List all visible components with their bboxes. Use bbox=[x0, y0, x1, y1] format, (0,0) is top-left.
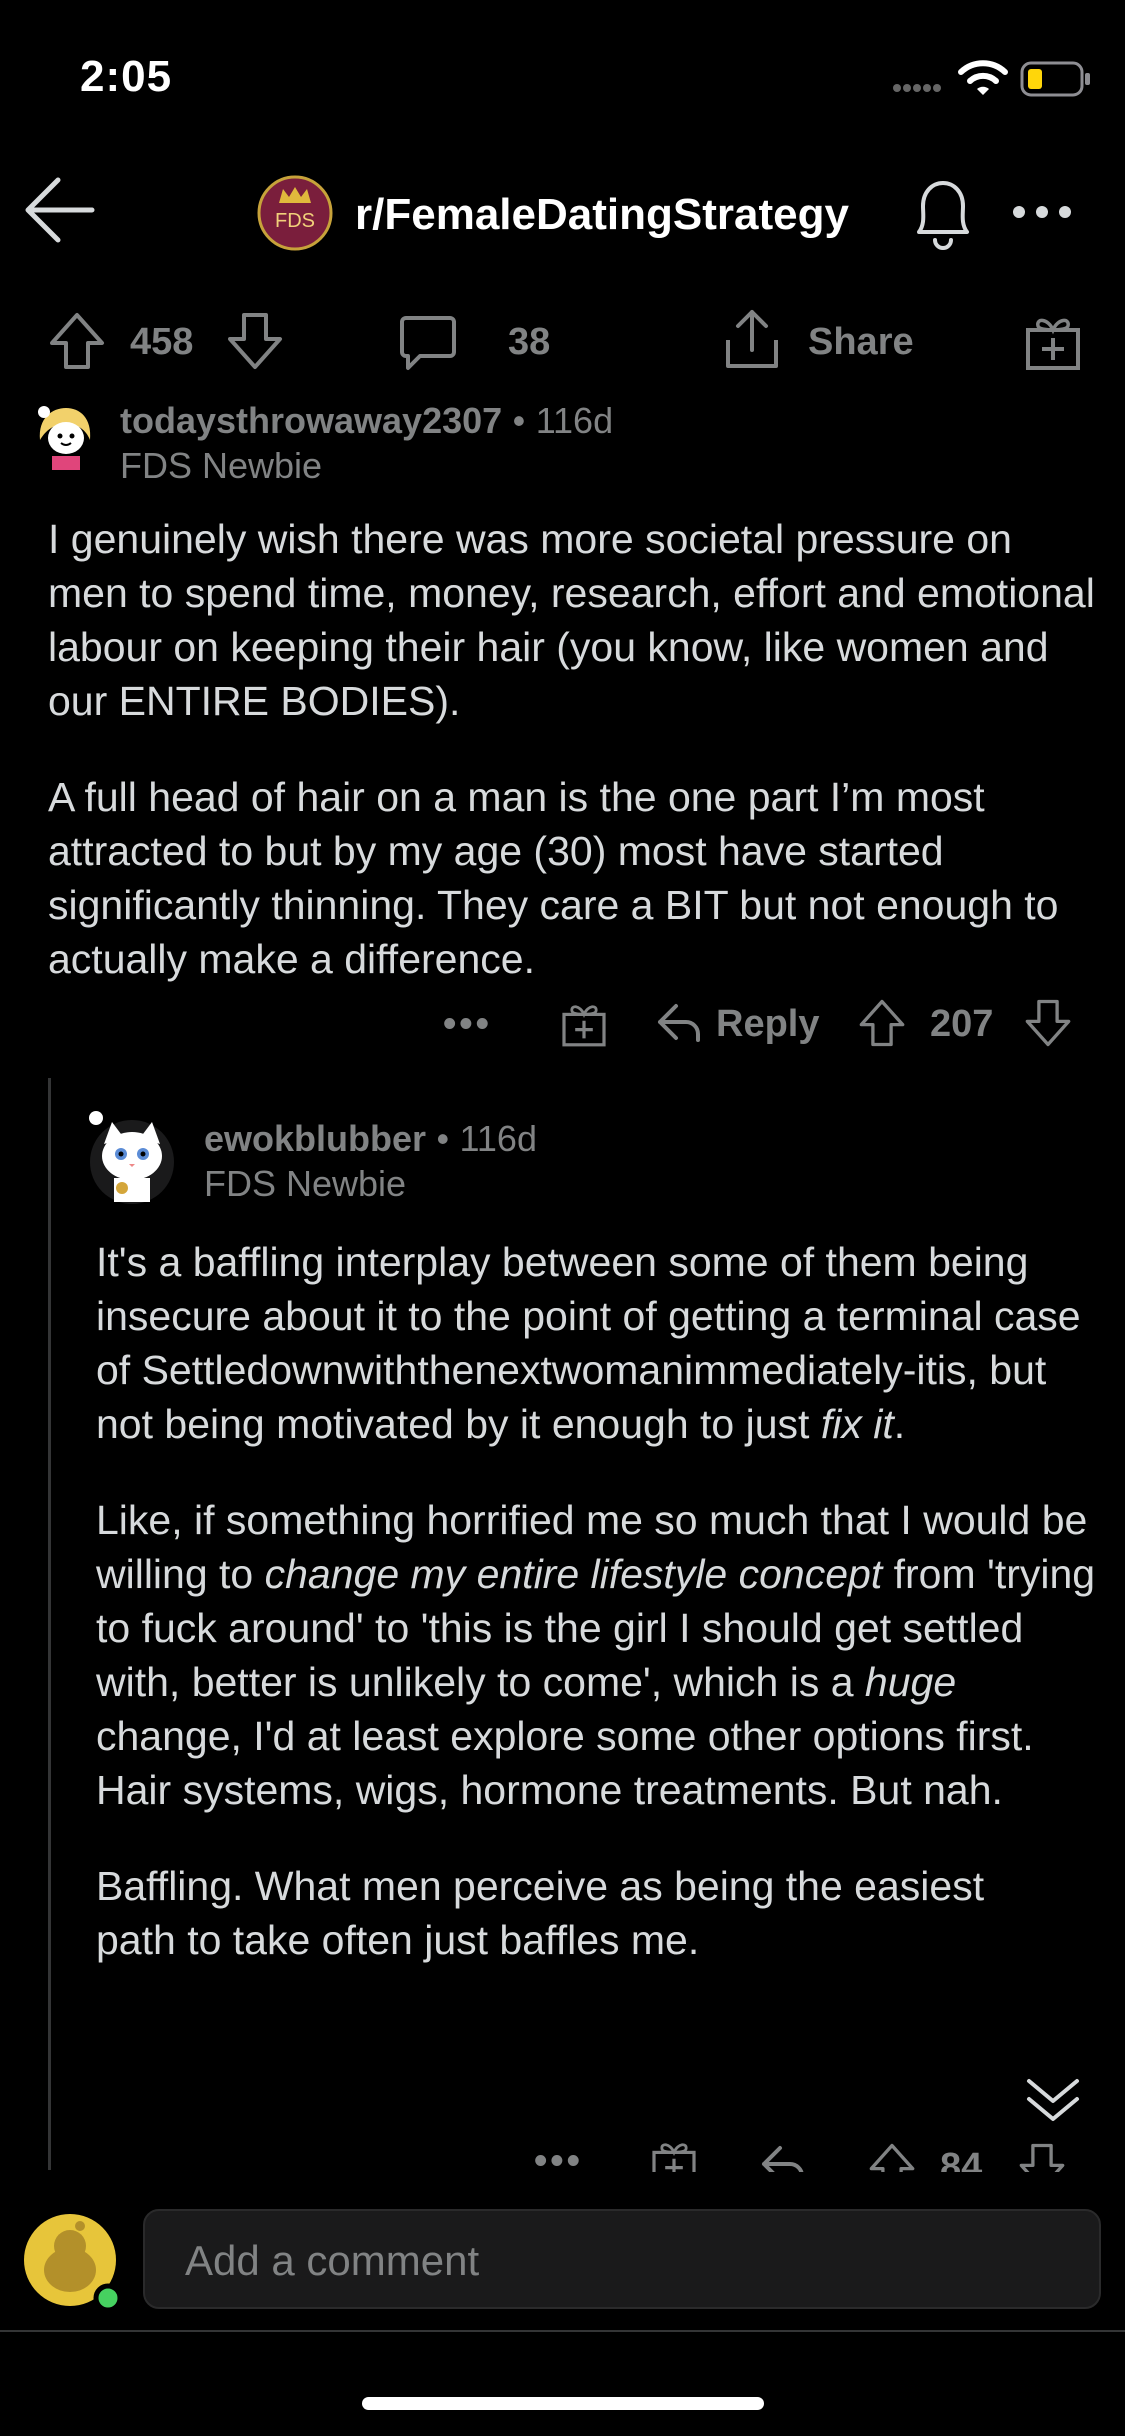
svg-text:FDS: FDS bbox=[275, 210, 315, 232]
comment-more-button[interactable]: ••• bbox=[534, 2140, 583, 2174]
user-avatar[interactable] bbox=[22, 2212, 124, 2314]
post-comment-count: 38 bbox=[508, 321, 551, 363]
divider bbox=[0, 2330, 1125, 2332]
downvote-icon[interactable] bbox=[1024, 998, 1072, 1048]
comment-body: I genuinely wish there was more societal… bbox=[48, 512, 1098, 1028]
award-icon[interactable] bbox=[560, 1000, 608, 1048]
bell-icon[interactable] bbox=[907, 174, 979, 254]
comment-paragraph: Baffling. What men perceive as being the… bbox=[96, 1863, 985, 1963]
comment-icon[interactable] bbox=[398, 312, 458, 372]
subreddit-avatar[interactable]: FDS bbox=[257, 175, 333, 251]
battery-icon bbox=[1020, 60, 1092, 98]
meta-separator: • bbox=[512, 400, 526, 441]
reply-arrow-icon[interactable] bbox=[760, 2144, 806, 2174]
downvote-icon[interactable] bbox=[226, 311, 284, 371]
upvote-icon[interactable] bbox=[858, 998, 906, 1048]
comment-age: 116d bbox=[459, 1118, 537, 1159]
more-options-icon[interactable] bbox=[1012, 205, 1072, 219]
comment-paragraph: A full head of hair on a man is the one … bbox=[48, 774, 1059, 982]
comment-paragraph: I genuinely wish there was more societal… bbox=[48, 516, 1095, 724]
comment-author[interactable]: ewokblubber bbox=[204, 1118, 426, 1159]
comment-paragraph: Like, if something horrified me so much … bbox=[96, 1497, 1096, 1813]
comment-body: It's a baffling interplay between some o… bbox=[96, 1235, 1096, 2009]
comment-age: 116d bbox=[535, 400, 614, 441]
home-indicator[interactable] bbox=[362, 2397, 764, 2410]
wifi-icon bbox=[958, 58, 1008, 98]
upvote-icon[interactable] bbox=[48, 311, 106, 371]
user-flair: FDS Newbie bbox=[204, 1163, 407, 1204]
signal-icon bbox=[892, 82, 942, 94]
comment-paragraph: It's a baffling interplay between some o… bbox=[96, 1239, 1081, 1447]
commenter-avatar[interactable] bbox=[82, 1108, 182, 1208]
status-time: 2:05 bbox=[80, 52, 173, 101]
comment-meta: todaysthrowaway2307 • 116d bbox=[120, 400, 613, 442]
comment-more-button[interactable]: ••• bbox=[443, 1003, 492, 1046]
comment-input-placeholder: Add a comment bbox=[185, 2237, 480, 2284]
user-flair: FDS Newbie bbox=[120, 445, 323, 486]
comment-vote-count: 207 bbox=[930, 1003, 994, 1045]
award-icon[interactable] bbox=[1024, 312, 1082, 372]
comment-author[interactable]: todaysthrowaway2307 bbox=[120, 400, 502, 441]
comment-footer-clipped: ••• 84 bbox=[0, 2138, 1125, 2174]
award-icon[interactable] bbox=[650, 2138, 698, 2174]
reply-arrow-icon[interactable] bbox=[656, 1002, 702, 1042]
share-button[interactable]: Share bbox=[808, 321, 914, 364]
post-vote-count: 458 bbox=[130, 321, 194, 363]
upvote-icon[interactable] bbox=[868, 2142, 916, 2174]
thread-line[interactable] bbox=[48, 1078, 51, 2170]
subreddit-name[interactable]: r/FemaleDatingStrategy bbox=[355, 190, 849, 240]
meta-separator: • bbox=[436, 1118, 450, 1159]
downvote-icon[interactable] bbox=[1018, 2142, 1066, 2174]
comment-input[interactable]: Add a comment bbox=[143, 2209, 1101, 2309]
comment-vote-count: 84 bbox=[940, 2146, 983, 2174]
back-arrow-icon[interactable] bbox=[22, 172, 98, 248]
collapse-thread-icon[interactable] bbox=[1025, 2075, 1081, 2127]
share-icon[interactable] bbox=[722, 306, 782, 372]
reply-button[interactable]: Reply bbox=[716, 1003, 819, 1046]
comment-meta: ewokblubber • 116d bbox=[204, 1118, 537, 1160]
commenter-avatar[interactable] bbox=[30, 400, 102, 472]
